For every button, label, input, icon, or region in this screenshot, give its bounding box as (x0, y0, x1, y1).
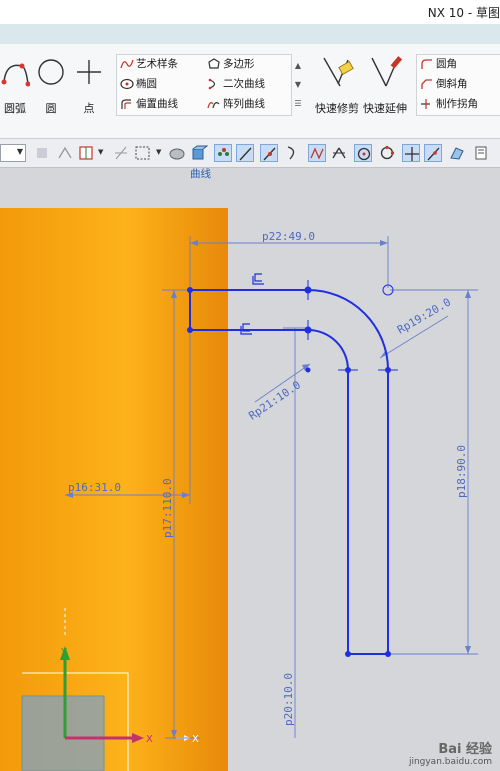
scroll-up-icon[interactable]: ▲ (293, 56, 303, 75)
make-corner-icon (421, 99, 430, 109)
quick-extend-label: 快速延伸 (363, 102, 407, 115)
offset-curve-item[interactable]: 偏置曲线 (120, 96, 178, 112)
snap-on-curve-icon[interactable] (424, 144, 442, 162)
arc-label: 圆弧 (4, 102, 26, 115)
sketch-x-axis-label: X (192, 734, 199, 745)
chamfer-icon (421, 79, 432, 89)
y-axis-label: Y (60, 647, 68, 658)
circle-button[interactable]: 圆 (36, 54, 66, 115)
title-bar: NX 10 - 草图 (0, 0, 500, 24)
snap-body-icon[interactable] (168, 144, 186, 162)
ribbon-tab-strip (0, 24, 500, 44)
make-corner-item[interactable]: 制作拐角 (420, 96, 478, 112)
conic-label: 二次曲线 (223, 78, 265, 90)
chevron-down-icon[interactable]: ▼ (98, 148, 103, 156)
ellipse-label: 椭圆 (136, 78, 157, 90)
snap-cube-icon[interactable] (190, 144, 208, 162)
dim-p20[interactable]: p20:10.0 (282, 673, 295, 726)
quick-trim-button[interactable]: 快速修剪 (314, 54, 360, 115)
pattern-curve-icon (207, 102, 220, 109)
watermark-url: jingyan.baidu.com (408, 757, 492, 767)
sketch-axis-icon[interactable] (112, 144, 130, 162)
fillet-icon (421, 59, 432, 69)
dim-p16[interactable]: p16:31.0 (68, 481, 121, 494)
select-box-icon[interactable] (78, 144, 96, 162)
conic-item[interactable]: 二次曲线 (207, 76, 265, 92)
make-corner-label: 制作拐角 (436, 98, 478, 110)
tangent-ticks (307, 280, 398, 518)
quick-trim-label: 快速修剪 (315, 102, 359, 115)
graphics-window[interactable]: p22:49.0 Rp19:20.0 Rp21:10.0 p16:31.0 p1… (0, 168, 500, 771)
trim-icon (323, 57, 354, 87)
art-spline-item[interactable]: 艺术样条 (120, 56, 178, 72)
snap-line-icon[interactable] (236, 144, 254, 162)
arc-icon (1, 63, 30, 87)
dim-p17[interactable]: p17:110.0 (161, 478, 174, 538)
chevron-down-icon: ▼ (16, 147, 23, 156)
snap-midpoint-icon[interactable] (260, 144, 278, 162)
snap-endpoint-icon[interactable] (214, 144, 232, 162)
fillet-label: 圆角 (436, 58, 457, 70)
polygon-label: 多边形 (223, 58, 255, 70)
snap-arc-center-icon[interactable] (354, 144, 372, 162)
quick-extend-button[interactable]: 快速延伸 (362, 54, 408, 115)
circle-icon (38, 59, 64, 85)
art-spline-label: 艺术样条 (136, 58, 178, 70)
scroll-down-icon[interactable]: ▼ (293, 75, 303, 94)
fillet-item[interactable]: 圆角 (420, 56, 457, 72)
datum-plane[interactable] (21, 695, 105, 771)
chamfer-label: 倒斜角 (436, 78, 468, 90)
snap-spline-icon[interactable] (308, 144, 326, 162)
pattern-curve-item[interactable]: 阵列曲线 (207, 96, 265, 112)
gallery-more-icon[interactable]: ☰ (293, 94, 303, 113)
x-axis-label: X (146, 734, 153, 745)
extend-icon (371, 56, 403, 87)
spline-icon (120, 59, 134, 69)
arc-button[interactable]: 圆弧 (0, 54, 30, 115)
snap-point-icon[interactable] (402, 144, 420, 162)
filter-dropdown[interactable]: ▼ (0, 144, 26, 162)
polygon-icon (208, 58, 220, 69)
conic-icon (208, 78, 216, 90)
chevron-down-icon[interactable]: ▼ (156, 148, 161, 156)
snap-scope-icon[interactable] (34, 144, 52, 162)
pattern-curve-label: 阵列曲线 (223, 98, 265, 110)
snap-curve-icon[interactable] (284, 144, 302, 162)
snap-bounded-icon[interactable] (472, 144, 490, 162)
ribbon: 圆弧 圆 点 艺术样条 椭圆 偏置曲线 多边形 二次曲线 阵列曲线 ▲ ▼ ☰ (0, 44, 500, 180)
sketch-viewport: p22:49.0 Rp19:20.0 Rp21:10.0 p16:31.0 p1… (0, 208, 478, 771)
rectangle-select-icon[interactable] (134, 144, 152, 162)
dim-p22[interactable]: p22:49.0 (262, 230, 315, 243)
gallery-scroll[interactable]: ▲ ▼ ☰ (293, 56, 303, 114)
snap-quadrant-icon[interactable] (378, 144, 396, 162)
feature-filter-icon[interactable] (56, 144, 74, 162)
offset-curve-label: 偏置曲线 (136, 98, 178, 110)
offset-curve-icon (121, 99, 131, 109)
watermark: Bai 经验 jingyan.baidu.com (409, 738, 492, 767)
ellipse-item[interactable]: 椭圆 (120, 76, 157, 92)
parallel-constraint-icons (240, 273, 264, 335)
polygon-item[interactable]: 多边形 (207, 56, 255, 72)
snap-face-icon[interactable] (448, 144, 466, 162)
chamfer-item[interactable]: 倒斜角 (420, 76, 468, 92)
circle-label: 圆 (45, 102, 57, 115)
dim-p18[interactable]: p18:90.0 (455, 445, 468, 498)
watermark-logo-text: Bai 经验 (438, 742, 492, 757)
point-button[interactable]: 点 (74, 54, 104, 115)
window-title: NX 10 - 草图 (427, 6, 500, 20)
point-label: 点 (83, 102, 95, 115)
plus-point-icon (77, 60, 101, 84)
selection-toolbar: ▼ ▼ ▼ (0, 139, 500, 168)
snap-intersection-icon[interactable] (330, 144, 348, 162)
ellipse-icon (120, 78, 134, 90)
